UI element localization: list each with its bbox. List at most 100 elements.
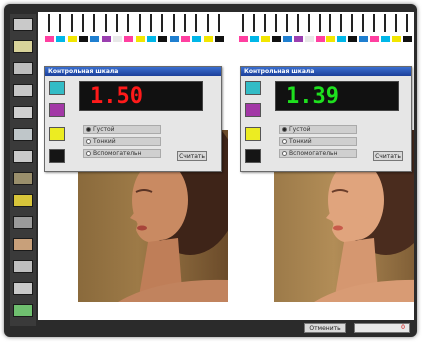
- scale-swatch: [90, 36, 100, 42]
- yellow-swatch[interactable]: [245, 127, 261, 141]
- option-dense[interactable]: Густой: [279, 125, 357, 134]
- print-icon[interactable]: [13, 106, 33, 119]
- dialog-title: Контрольная шкала: [48, 68, 119, 75]
- settings-icon[interactable]: [13, 260, 33, 273]
- scale-swatch: [326, 36, 336, 42]
- scale-swatch: [403, 36, 412, 42]
- scale-tick: [195, 14, 198, 32]
- image-icon[interactable]: [13, 40, 33, 53]
- brush-icon[interactable]: [13, 216, 33, 229]
- scale-swatch: [271, 36, 281, 42]
- scale-swatch: [113, 36, 122, 42]
- scale-tick: [263, 14, 266, 32]
- option-dense[interactable]: Густой: [83, 125, 161, 134]
- read-button[interactable]: Считать: [177, 151, 207, 161]
- scale-tick: [329, 14, 332, 32]
- option-auxiliary[interactable]: Вспомогательн: [83, 149, 161, 158]
- status-field: 0: [354, 323, 410, 333]
- scale-swatch: [215, 36, 224, 42]
- scale-swatch: [56, 36, 66, 42]
- scale-tick: [104, 14, 107, 32]
- image-canvas[interactable]: Контрольная шкала 1.50 Густой Тонкий Всп…: [38, 12, 414, 320]
- scale-swatch: [181, 36, 190, 42]
- scale-tick: [384, 14, 387, 32]
- magenta-swatch[interactable]: [49, 103, 65, 117]
- control-dialog-left[interactable]: Контрольная шкала 1.50 Густой Тонкий Всп…: [44, 66, 222, 172]
- grid-icon[interactable]: [13, 62, 33, 75]
- scale-swatch: [282, 36, 292, 42]
- density-display: 1.39: [275, 81, 399, 111]
- control-dialog-right[interactable]: Контрольная шкала 1.39 Густой Тонкий Всп…: [240, 66, 412, 172]
- magenta-swatch[interactable]: [245, 103, 261, 117]
- color-control-strip-right: [238, 14, 412, 44]
- levels-icon[interactable]: [13, 172, 33, 185]
- scale-swatch: [381, 36, 391, 42]
- yellow-icon[interactable]: [13, 194, 33, 207]
- scale-tick: [252, 14, 255, 32]
- scale-tick: [161, 14, 164, 32]
- dialog-title: Контрольная шкала: [244, 68, 315, 75]
- scale-swatch: [337, 36, 347, 42]
- application-window: Контрольная шкала 1.50 Густой Тонкий Всп…: [4, 4, 417, 337]
- scale-swatch: [249, 36, 259, 42]
- density-value: 1.39: [286, 84, 339, 109]
- scale-tick: [351, 14, 354, 32]
- left-toolbar: [10, 14, 36, 326]
- accept-icon[interactable]: [13, 304, 33, 317]
- page-icon[interactable]: [13, 18, 33, 31]
- layers-icon[interactable]: [13, 84, 33, 97]
- black-swatch[interactable]: [49, 149, 65, 163]
- scale-tick: [93, 14, 96, 32]
- scale-swatch: [392, 36, 402, 42]
- scale-tick: [59, 14, 62, 32]
- curve-icon[interactable]: [13, 282, 33, 295]
- scale-tick: [395, 14, 398, 32]
- option-thin[interactable]: Тонкий: [83, 137, 161, 146]
- read-button[interactable]: Считать: [373, 151, 403, 161]
- scale-tick: [296, 14, 299, 32]
- scale-tick: [218, 14, 220, 32]
- scale-swatch: [315, 36, 325, 42]
- scale-tick: [406, 14, 408, 32]
- cyan-swatch[interactable]: [49, 81, 65, 95]
- scale-swatch: [203, 36, 213, 42]
- scale-tick: [307, 14, 310, 32]
- scale-tick: [48, 14, 50, 32]
- scale-tick: [184, 14, 186, 32]
- dialog-titlebar[interactable]: Контрольная шкала: [241, 67, 411, 76]
- density-display: 1.50: [79, 81, 203, 111]
- palette-icon[interactable]: [13, 150, 33, 163]
- scale-tick: [70, 14, 73, 32]
- monitor-icon[interactable]: [13, 128, 33, 141]
- scale-tick: [340, 14, 343, 32]
- scale-tick: [127, 14, 130, 32]
- cancel-button[interactable]: Отменить: [304, 323, 346, 333]
- color-control-strip-left: [44, 14, 224, 44]
- scale-swatch: [135, 36, 145, 42]
- scale-swatch: [147, 36, 156, 42]
- scale-swatch: [67, 36, 77, 42]
- scale-tick: [318, 14, 321, 32]
- cyan-swatch[interactable]: [245, 81, 261, 95]
- scale-tick: [150, 14, 152, 32]
- scale-swatch: [260, 36, 270, 42]
- option-thin[interactable]: Тонкий: [279, 137, 357, 146]
- scale-tick: [242, 14, 244, 32]
- yellow-swatch[interactable]: [49, 127, 65, 141]
- scale-swatch: [304, 36, 314, 42]
- scale-tick: [138, 14, 141, 32]
- scale-swatch: [192, 36, 202, 42]
- scale-tick: [373, 14, 376, 32]
- flag-icon[interactable]: [13, 238, 33, 251]
- status-value: 0: [401, 324, 405, 331]
- scale-swatch: [293, 36, 303, 42]
- scale-tick: [116, 14, 118, 32]
- dialog-titlebar[interactable]: Контрольная шкала: [45, 67, 221, 76]
- scale-swatch: [45, 36, 54, 42]
- option-auxiliary[interactable]: Вспомогательн: [279, 149, 357, 158]
- status-bar: Отменить 0: [304, 322, 414, 334]
- scale-tick: [362, 14, 365, 32]
- scale-swatch: [348, 36, 358, 42]
- scale-swatch: [239, 36, 248, 42]
- black-swatch[interactable]: [245, 149, 261, 163]
